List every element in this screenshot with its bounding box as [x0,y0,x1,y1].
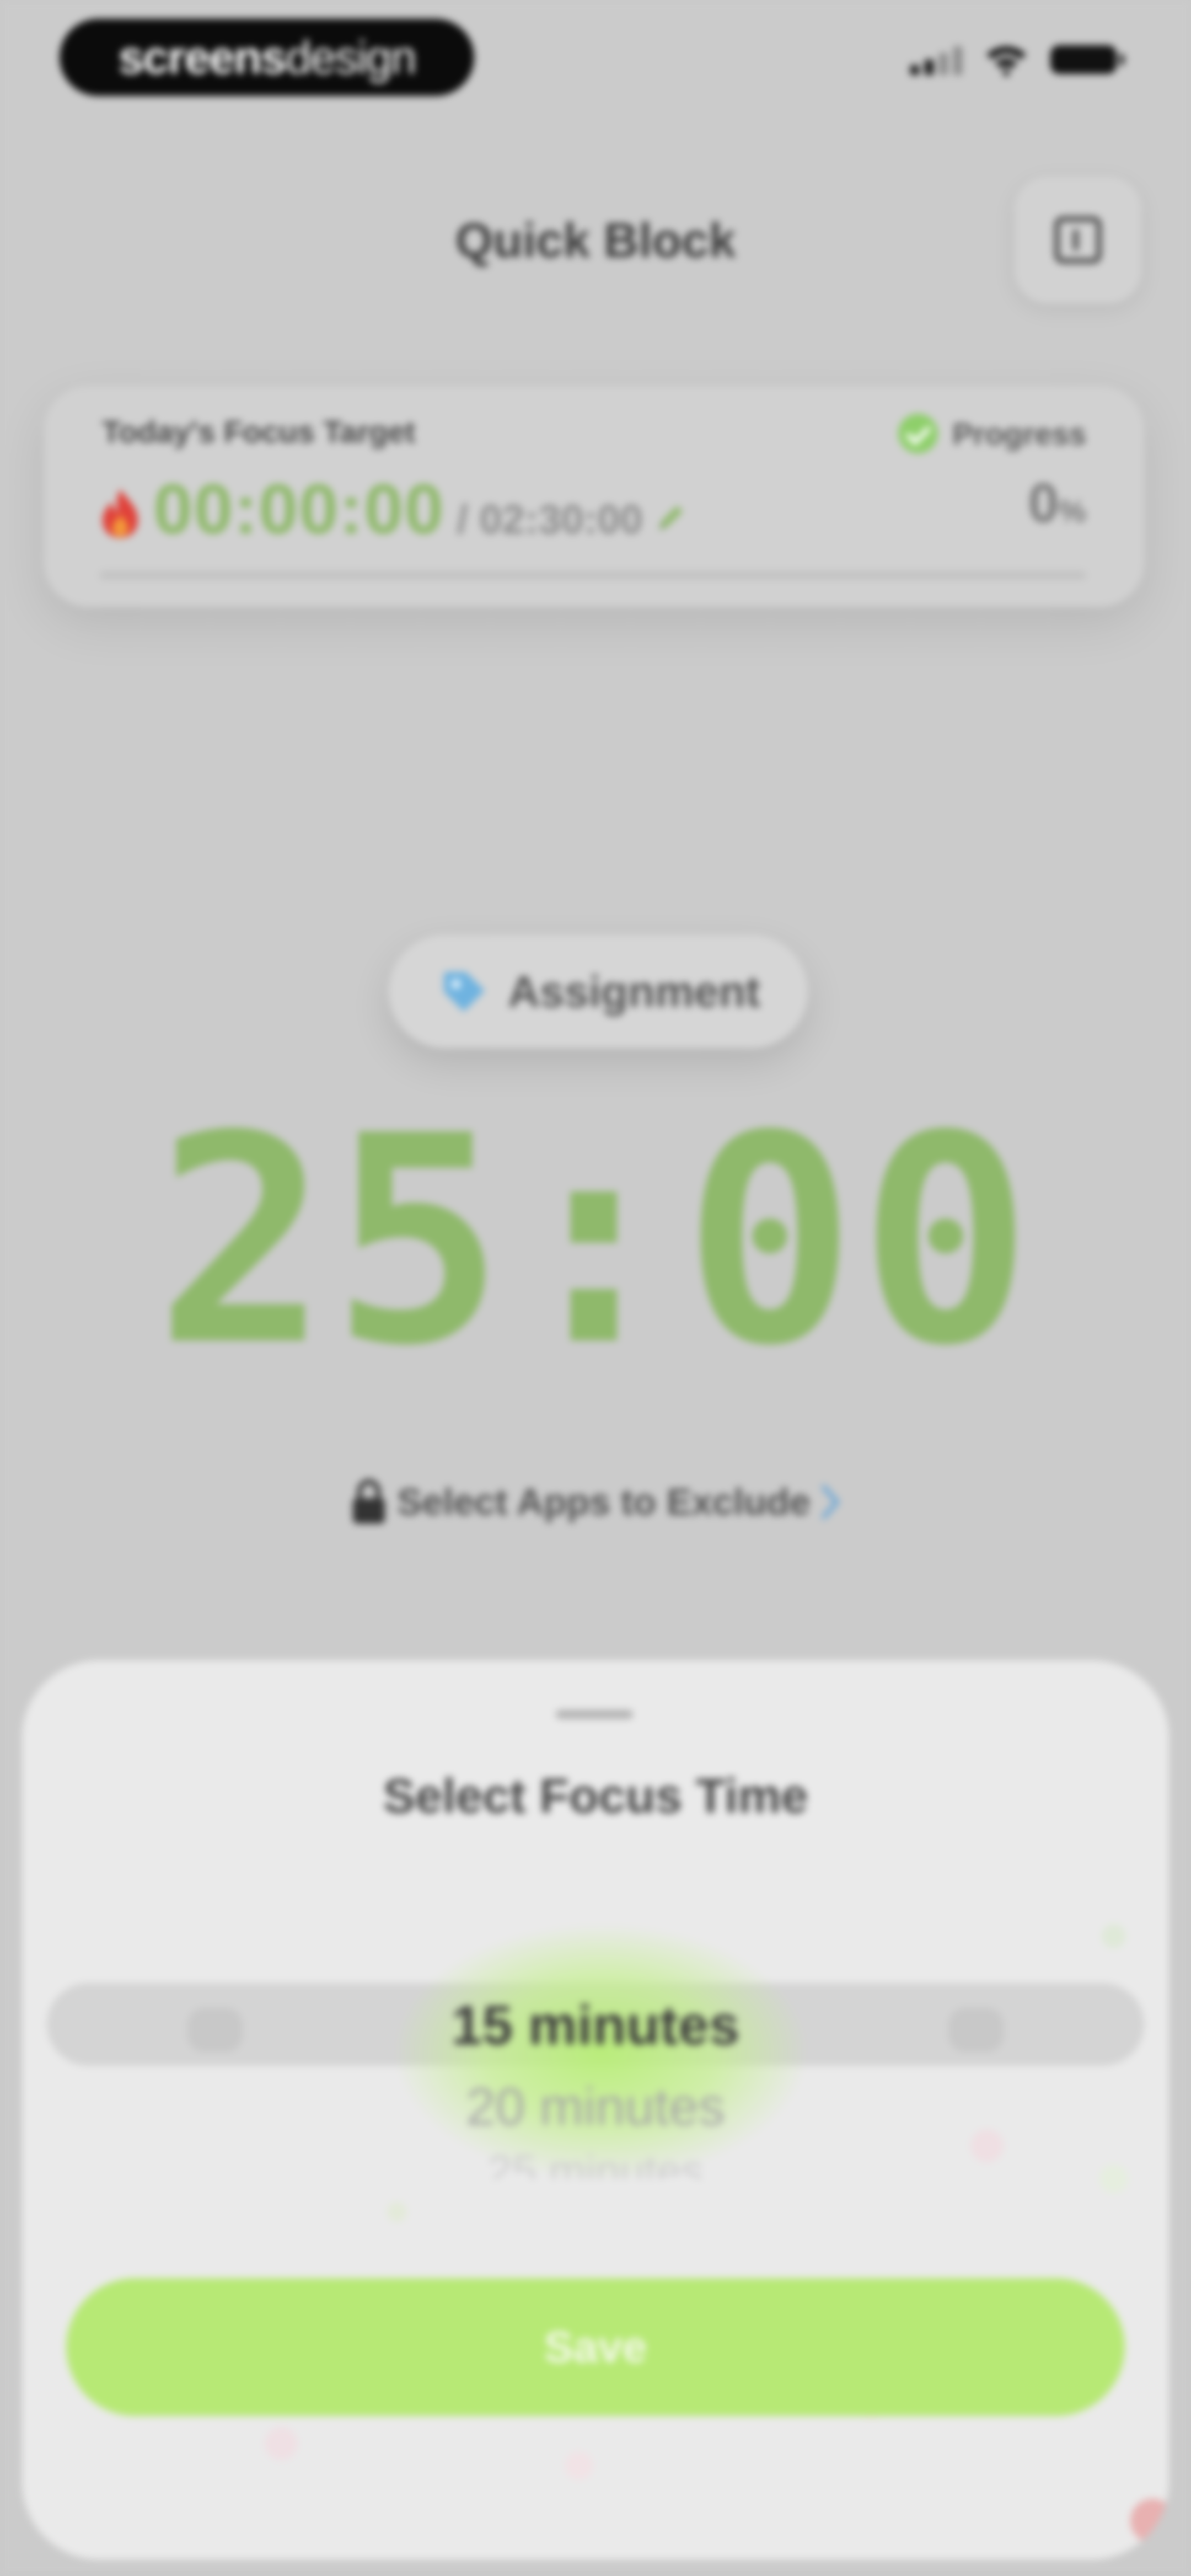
chevron-right-icon [821,1485,839,1519]
picker-option[interactable]: 25 minutes [22,2146,1169,2179]
assignment-label: Assignment [508,966,760,1016]
brand-text-light: design [286,31,417,83]
status-icons [910,43,1124,76]
page-title: Quick Block [455,213,736,268]
battery-icon [1050,45,1124,74]
brand-logo: screens design [60,19,474,96]
brand-text-bold: screens [118,31,287,83]
save-button[interactable]: Save [66,2278,1125,2416]
percent-unit: % [1059,494,1086,528]
fire-icon [103,489,138,538]
elapsed-time: 00:00:00 [153,470,445,549]
tag-icon [444,971,485,1012]
progress-header: Progress [898,414,1086,453]
focus-target-label: Today's Focus Target [102,414,416,449]
percent-value: 0 [1028,472,1059,534]
progress-percent: 0% [1028,472,1086,535]
picker-option[interactable]: 20 minutes [22,2077,1169,2137]
select-apps-exclude-link[interactable]: Select Apps to Exclude [0,1478,1191,1526]
picker-option-selected[interactable]: 15 minutes [22,1994,1169,2057]
wifi-icon [986,46,1026,76]
progress-label: Progress [952,416,1086,451]
target-time: / 02:30:00 [457,496,643,542]
countdown-timer: 25:00 [155,1074,1036,1408]
info-button[interactable] [1015,177,1141,303]
status-bar: screens design [0,0,1191,116]
focus-time-sheet: Select Focus Time 15 minutes 20 minutes … [22,1660,1169,2559]
info-icon [1054,216,1102,264]
exclude-apps-label: Select Apps to Exclude [397,1481,811,1523]
app-screen: screens design Quick Block Today's Focus … [0,0,1191,2576]
cellular-signal-icon [910,44,962,75]
sheet-title: Select Focus Time [383,1768,808,1823]
pencil-icon[interactable] [655,500,688,533]
assignment-chip[interactable]: Assignment [389,935,808,1048]
sheet-grabber[interactable] [556,1710,633,1719]
lock-icon [353,1479,385,1524]
focus-target-card[interactable]: Today's Focus Target Progress 00:00:00 /… [44,386,1144,607]
check-icon [898,414,938,453]
focus-time-row: 00:00:00 / 02:30:00 [99,469,688,550]
progress-bar [99,571,1086,580]
